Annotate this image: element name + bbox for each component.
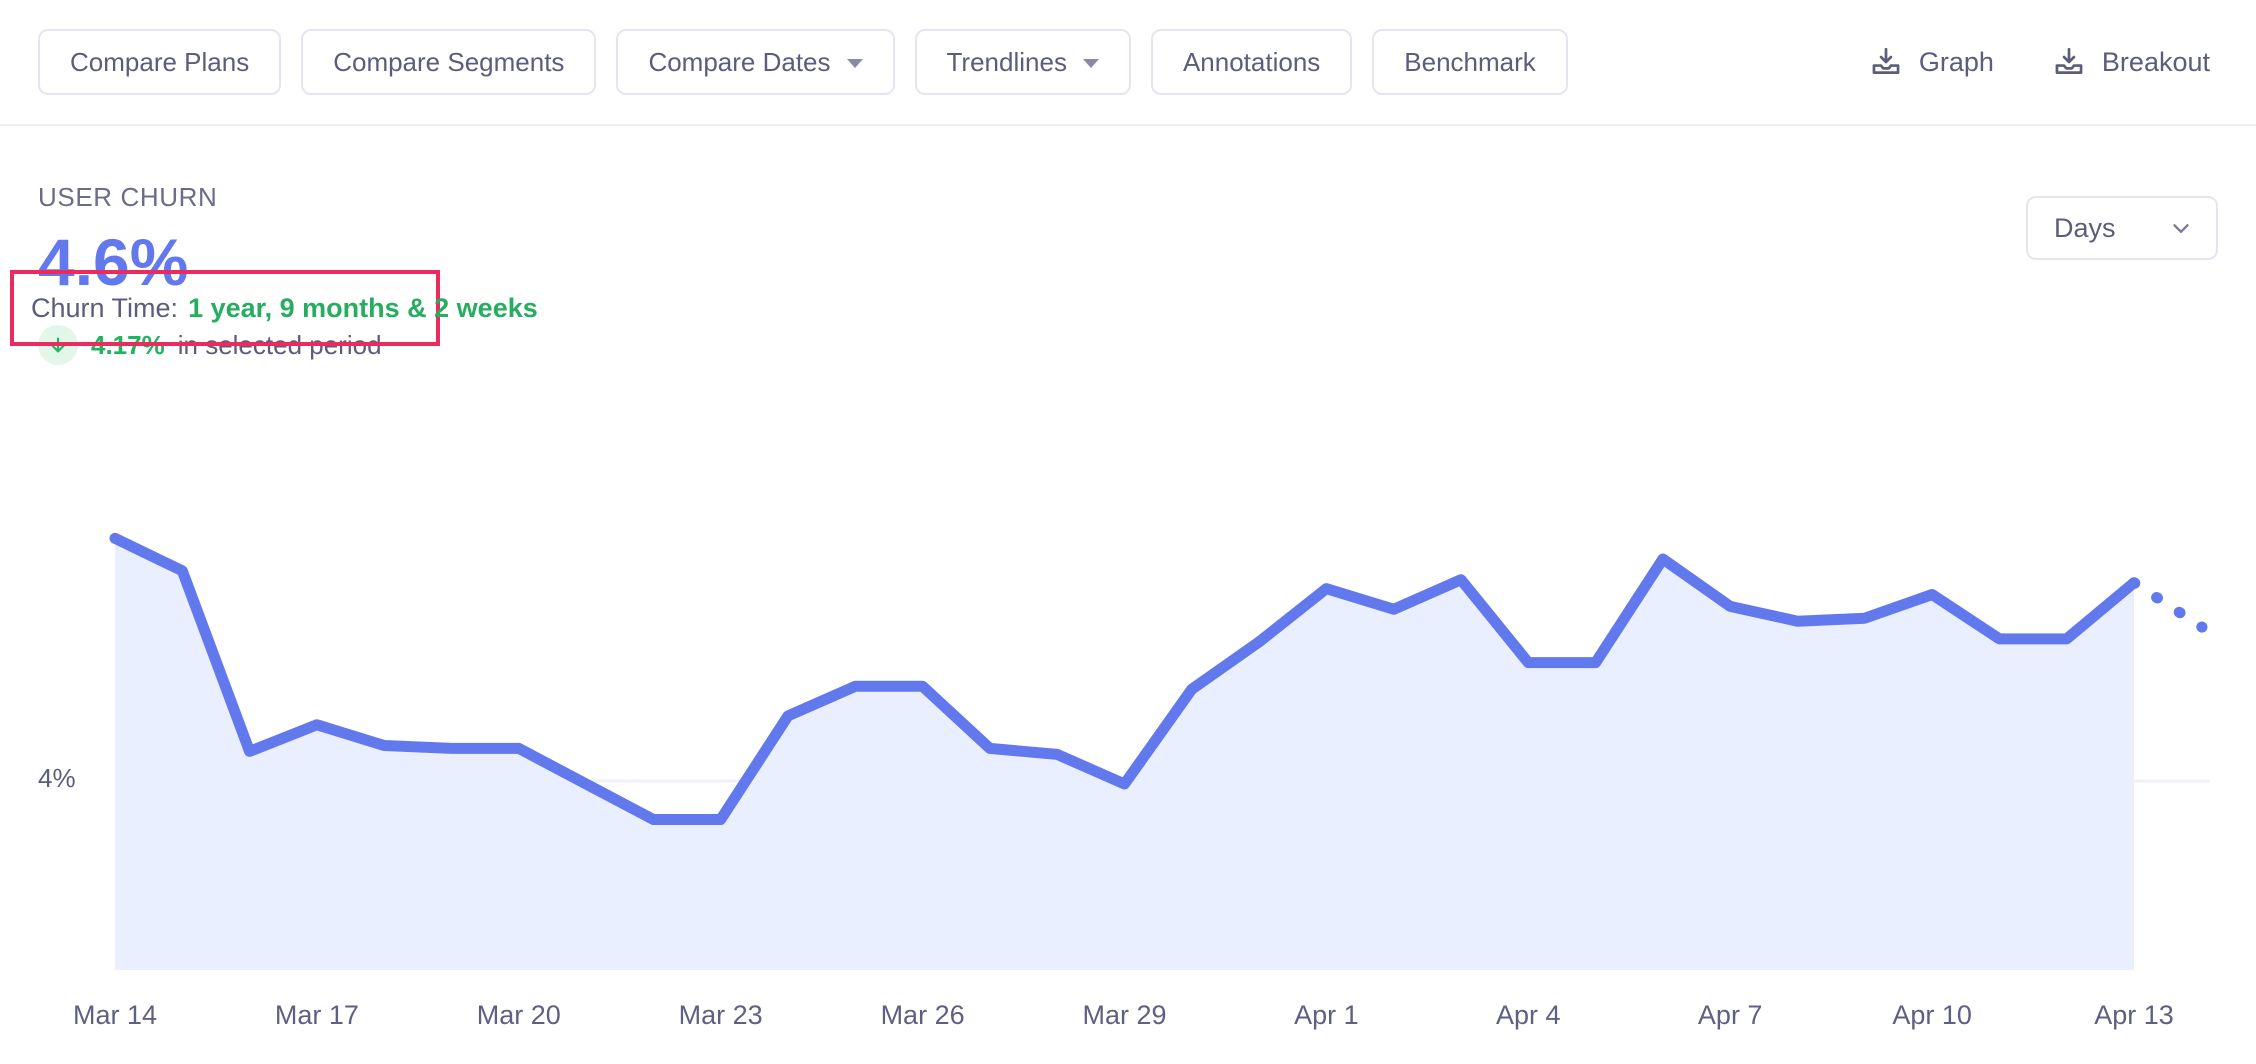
churn-time-highlight: Churn Time: 1 year, 9 months & 2 weeks	[10, 270, 440, 346]
download-breakout-label: Breakout	[2102, 47, 2210, 78]
granularity-selected-value: Days	[2054, 213, 2116, 244]
download-breakout-button[interactable]: Breakout	[2052, 45, 2210, 79]
download-icon	[2052, 45, 2086, 79]
compare-dates-button[interactable]: Compare Dates	[616, 29, 894, 95]
x-axis-tick-label: Mar 14	[73, 1000, 157, 1031]
x-axis-tick-label: Apr 13	[2094, 1000, 2174, 1031]
x-axis-tick-label: Apr 7	[1698, 1000, 1763, 1031]
churn-time-label: Churn Time:	[31, 293, 178, 324]
x-axis-tick-label: Mar 20	[477, 1000, 561, 1031]
x-axis-tick-label: Mar 23	[679, 1000, 763, 1031]
x-axis-tick-label: Mar 17	[275, 1000, 359, 1031]
trendlines-label: Trendlines	[947, 47, 1067, 78]
download-graph-label: Graph	[1919, 47, 1994, 78]
compare-plans-button[interactable]: Compare Plans	[38, 29, 281, 95]
chart-toolbar: Compare Plans Compare Segments Compare D…	[0, 0, 2256, 126]
x-axis-tick-label: Apr 10	[1892, 1000, 1972, 1031]
toolbar-export-group: Graph Breakout	[1869, 45, 2218, 79]
compare-plans-label: Compare Plans	[70, 47, 249, 78]
chevron-down-icon	[1083, 59, 1099, 68]
annotations-button[interactable]: Annotations	[1151, 29, 1352, 95]
chevron-down-icon	[2168, 215, 2194, 241]
trendlines-button[interactable]: Trendlines	[915, 29, 1131, 95]
granularity-select[interactable]: Days	[2026, 196, 2218, 260]
projection-line	[2134, 583, 2202, 627]
download-icon	[1869, 45, 1903, 79]
compare-segments-label: Compare Segments	[333, 47, 564, 78]
x-axis: Mar 14 Mar 17 Mar 20 Mar 23 Mar 26 Mar 29 Apr …	[0, 1000, 2256, 1040]
toolbar-button-group: Compare Plans Compare Segments Compare D…	[38, 29, 1568, 95]
chart-area	[0, 470, 2256, 990]
annotations-label: Annotations	[1183, 47, 1320, 78]
metric-title: USER CHURN	[38, 182, 382, 213]
user-churn-area-chart	[0, 470, 2256, 990]
chevron-down-icon	[847, 59, 863, 68]
compare-dates-label: Compare Dates	[648, 47, 830, 78]
download-graph-button[interactable]: Graph	[1869, 45, 1994, 79]
area-fill	[115, 538, 2134, 970]
x-axis-tick-label: Apr 4	[1496, 1000, 1561, 1031]
benchmark-label: Benchmark	[1404, 47, 1536, 78]
x-axis-tick-label: Apr 1	[1294, 1000, 1359, 1031]
churn-time-value: 1 year, 9 months & 2 weeks	[188, 293, 538, 324]
x-axis-tick-label: Mar 26	[881, 1000, 965, 1031]
benchmark-button[interactable]: Benchmark	[1372, 29, 1568, 95]
x-axis-tick-label: Mar 29	[1082, 1000, 1166, 1031]
compare-segments-button[interactable]: Compare Segments	[301, 29, 596, 95]
